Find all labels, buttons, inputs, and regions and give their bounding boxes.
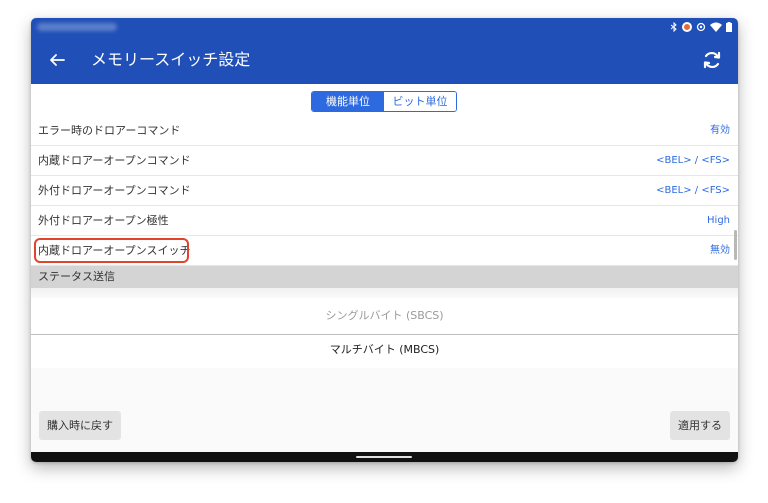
picker-option-sbcs[interactable]: シングルバイト (SBCS) (31, 298, 738, 335)
notification-dot-icon (682, 22, 692, 32)
bottom-sheet-edge (31, 288, 738, 298)
wifi-icon (710, 22, 722, 32)
setting-row-external-drawer-polarity[interactable]: 外付ドロアーオープン極性 High (31, 206, 738, 236)
setting-value: 有効 (710, 125, 730, 136)
apply-button[interactable]: 適用する (670, 411, 730, 440)
setting-row-internal-drawer-open-switch[interactable]: 内蔵ドロアーオープンスイッチ 無効 (31, 236, 738, 266)
tab-function-unit[interactable]: 機能単位 (312, 92, 384, 111)
setting-label: エラー時のドロアーコマンド (38, 124, 181, 137)
bluetooth-icon (670, 22, 677, 32)
page-title: メモリースイッチ設定 (91, 50, 251, 69)
setting-value: <BEL> / <FS> (656, 155, 730, 166)
arrow-back-icon (50, 54, 65, 66)
section-header-label: ステータス送信 (38, 270, 115, 283)
setting-value: <BEL> / <FS> (656, 185, 730, 196)
setting-row-error-drawer-command[interactable]: エラー時のドロアーコマンド 有効 (31, 116, 738, 146)
app-bar: メモリースイッチ設定 (31, 36, 738, 84)
sync-icon (696, 22, 706, 32)
setting-value: High (707, 215, 730, 226)
bottom-action-area (31, 368, 738, 452)
back-button[interactable] (45, 48, 69, 72)
setting-label: 外付ドロアーオープン極性 (38, 214, 169, 227)
device-screen: メモリースイッチ設定 機能単位 ビット単位 エラー時のドロアーコマンド 有効 内… (31, 18, 738, 462)
setting-row-internal-drawer-open-command[interactable]: 内蔵ドロアーオープンコマンド <BEL> / <FS> (31, 146, 738, 176)
tab-bit-unit[interactable]: ビット単位 (384, 92, 456, 111)
status-icons (670, 20, 732, 34)
setting-row-external-drawer-open-command[interactable]: 外付ドロアーオープンコマンド <BEL> / <FS> (31, 176, 738, 206)
setting-label: 内蔵ドロアーオープンスイッチ (38, 244, 191, 257)
setting-value: 無効 (710, 245, 730, 256)
section-header-status-send: ステータス送信 (31, 266, 738, 288)
refresh-button[interactable] (700, 48, 724, 72)
status-bar (31, 18, 738, 36)
setting-label: 内蔵ドロアーオープンコマンド (38, 154, 191, 167)
scrollbar-thumb[interactable] (734, 230, 737, 260)
navigation-bar (31, 452, 738, 462)
settings-list: エラー時のドロアーコマンド 有効 内蔵ドロアーオープンコマンド <BEL> / … (31, 116, 738, 266)
refresh-icon (703, 51, 721, 69)
unit-segmented-control: 機能単位 ビット単位 (311, 91, 457, 112)
picker-option-mbcs[interactable]: マルチバイト (MBCS) (31, 332, 738, 369)
reset-to-default-button[interactable]: 購入時に戻す (39, 411, 121, 440)
home-gesture-handle[interactable] (356, 456, 412, 458)
battery-icon (726, 22, 732, 32)
setting-label: 外付ドロアーオープンコマンド (38, 184, 191, 197)
status-notifications (37, 23, 117, 31)
